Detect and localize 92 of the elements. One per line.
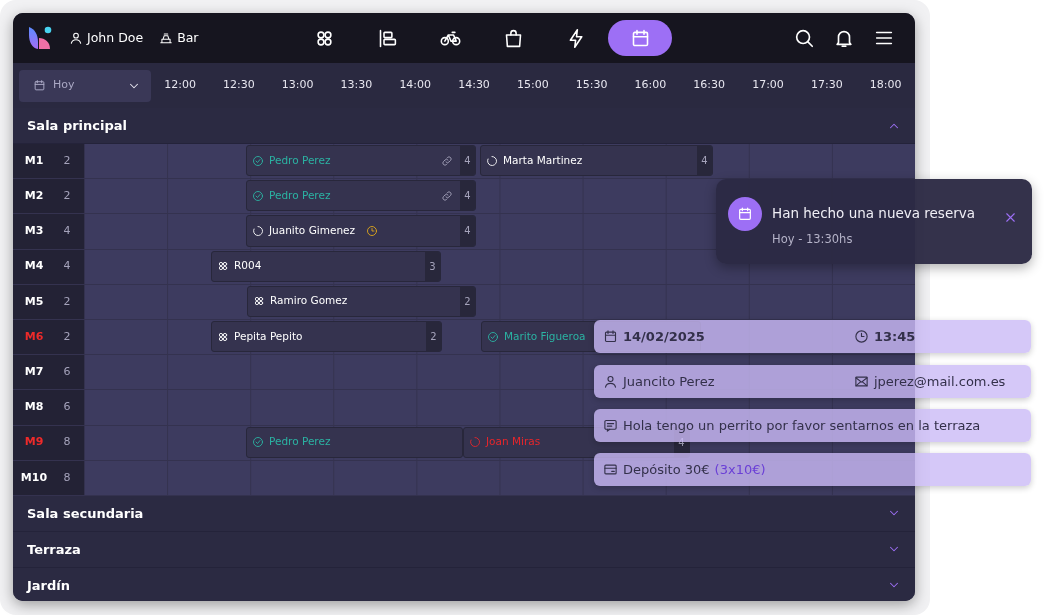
section-header[interactable]: Sala principal bbox=[13, 108, 915, 144]
guest-count: 4 bbox=[460, 216, 475, 246]
seat-count: 2 bbox=[62, 293, 72, 310]
seat-count: 2 bbox=[62, 152, 72, 169]
booking-bar[interactable]: Pepita Pepito 2 bbox=[211, 320, 442, 353]
booking-bar[interactable]: Pedro Perez bbox=[246, 426, 463, 458]
cash-register-icon bbox=[159, 31, 174, 45]
deposit-detail: (3x10€) bbox=[714, 460, 766, 479]
table-name: M5 bbox=[23, 293, 45, 310]
notification-title: Han hecho una nueva reserva bbox=[772, 204, 976, 223]
table-name: M7 bbox=[23, 363, 45, 380]
guest-count: 4 bbox=[460, 181, 475, 211]
table-name: M9 bbox=[23, 434, 45, 451]
guest-name: Pedro Perez bbox=[269, 187, 331, 203]
guest-count: 4 bbox=[697, 146, 712, 176]
booking-bar[interactable]: Ramiro Gomez 2 bbox=[247, 285, 476, 317]
table-name: M4 bbox=[23, 258, 45, 275]
user-icon bbox=[603, 374, 618, 389]
table-name: M8 bbox=[23, 399, 45, 416]
booking-bar[interactable]: R004 3 bbox=[211, 250, 441, 282]
customer-email: jperez@mail.com.es bbox=[874, 372, 1006, 391]
guest-count: 3 bbox=[425, 251, 440, 281]
calendar-icon bbox=[33, 79, 46, 92]
booking-bar[interactable]: Pedro Perez 4 bbox=[246, 145, 476, 177]
time-label: 17:00 bbox=[751, 77, 785, 94]
guest-count: 4 bbox=[460, 146, 475, 176]
table-name: M3 bbox=[23, 223, 45, 240]
guest-name: Pedro Perez bbox=[269, 434, 331, 450]
guest-name: Pepita Pepito bbox=[234, 328, 303, 344]
booking-time: 13:45 bbox=[874, 327, 916, 346]
guest-name: Pedro Perez bbox=[269, 152, 331, 168]
guest-count: 2 bbox=[426, 321, 441, 352]
booking-bar[interactable]: Pedro Perez 4 bbox=[246, 180, 476, 212]
nav-tab[interactable] bbox=[608, 20, 672, 56]
layout-icon bbox=[377, 27, 398, 49]
deposit-amount: Depósito 30€ bbox=[623, 460, 710, 479]
table-name: M6 bbox=[23, 328, 45, 345]
table-name: M1 bbox=[23, 152, 45, 169]
app-logo bbox=[27, 26, 53, 50]
seat-count: 4 bbox=[62, 258, 72, 275]
time-label: 13:30 bbox=[339, 77, 374, 94]
calendar-icon bbox=[737, 206, 753, 222]
time-label: 16:00 bbox=[633, 77, 668, 94]
time-label: 18:00 bbox=[868, 77, 903, 94]
guest-name: Marito Figueroa bbox=[504, 328, 586, 344]
guest-name: Joan Miras bbox=[486, 434, 541, 450]
customer-name: Juancito Perez bbox=[623, 372, 715, 391]
table-name: M2 bbox=[23, 188, 45, 205]
mail-icon bbox=[854, 374, 869, 389]
table-name: M10 bbox=[19, 469, 49, 486]
guest-name: Juanito Gimenez bbox=[269, 223, 355, 239]
venue-selector[interactable]: Bar bbox=[159, 28, 199, 48]
seat-count: 6 bbox=[62, 363, 72, 380]
section-header[interactable]: Terraza bbox=[13, 531, 915, 568]
search-icon[interactable] bbox=[793, 27, 815, 49]
clock-icon bbox=[854, 329, 869, 344]
time-label: 15:30 bbox=[574, 77, 609, 94]
section-title: Sala principal bbox=[27, 116, 127, 135]
time-label: 17:30 bbox=[809, 77, 844, 94]
seat-count: 2 bbox=[62, 188, 72, 205]
section-header[interactable]: Sala secundaria bbox=[13, 495, 915, 532]
shopping-bag-icon bbox=[503, 27, 524, 49]
guest-count: 2 bbox=[460, 286, 475, 316]
guest-name: Ramiro Gomez bbox=[270, 293, 348, 309]
chat-icon bbox=[603, 418, 618, 433]
time-label: 13:00 bbox=[280, 77, 315, 94]
time-label: 16:30 bbox=[692, 77, 727, 94]
seat-count: 8 bbox=[62, 469, 72, 486]
time-label: 12:00 bbox=[163, 77, 197, 94]
date-picker[interactable]: Hoy bbox=[19, 69, 151, 102]
user-icon bbox=[69, 31, 83, 45]
section-header[interactable]: Jardín bbox=[13, 567, 915, 601]
section-title: Jardín bbox=[27, 576, 71, 595]
booking-bar[interactable]: Juanito Gimenez 4 bbox=[246, 215, 476, 247]
calendar-icon bbox=[603, 329, 618, 344]
user-menu[interactable]: John Doe bbox=[69, 28, 144, 48]
seat-count: 8 bbox=[62, 434, 72, 451]
time-label: 14:00 bbox=[398, 77, 433, 94]
credit-card-icon bbox=[603, 462, 618, 477]
notification-time: Hoy - 13:30hs bbox=[772, 231, 854, 249]
guest-name: Marta Martinez bbox=[503, 152, 583, 168]
guest-name: R004 bbox=[234, 258, 262, 274]
time-label: 15:00 bbox=[515, 77, 550, 94]
booking-bar[interactable]: Marta Martinez 4 bbox=[480, 145, 713, 177]
close-icon bbox=[1003, 210, 1018, 225]
section-title: Sala secundaria bbox=[27, 504, 144, 523]
time-label: 14:30 bbox=[457, 77, 491, 94]
section-title: Terraza bbox=[27, 540, 81, 559]
seat-count: 4 bbox=[62, 223, 72, 240]
time-label: 12:30 bbox=[222, 77, 256, 94]
seat-count: 6 bbox=[62, 399, 72, 416]
seat-count: 2 bbox=[62, 328, 72, 345]
